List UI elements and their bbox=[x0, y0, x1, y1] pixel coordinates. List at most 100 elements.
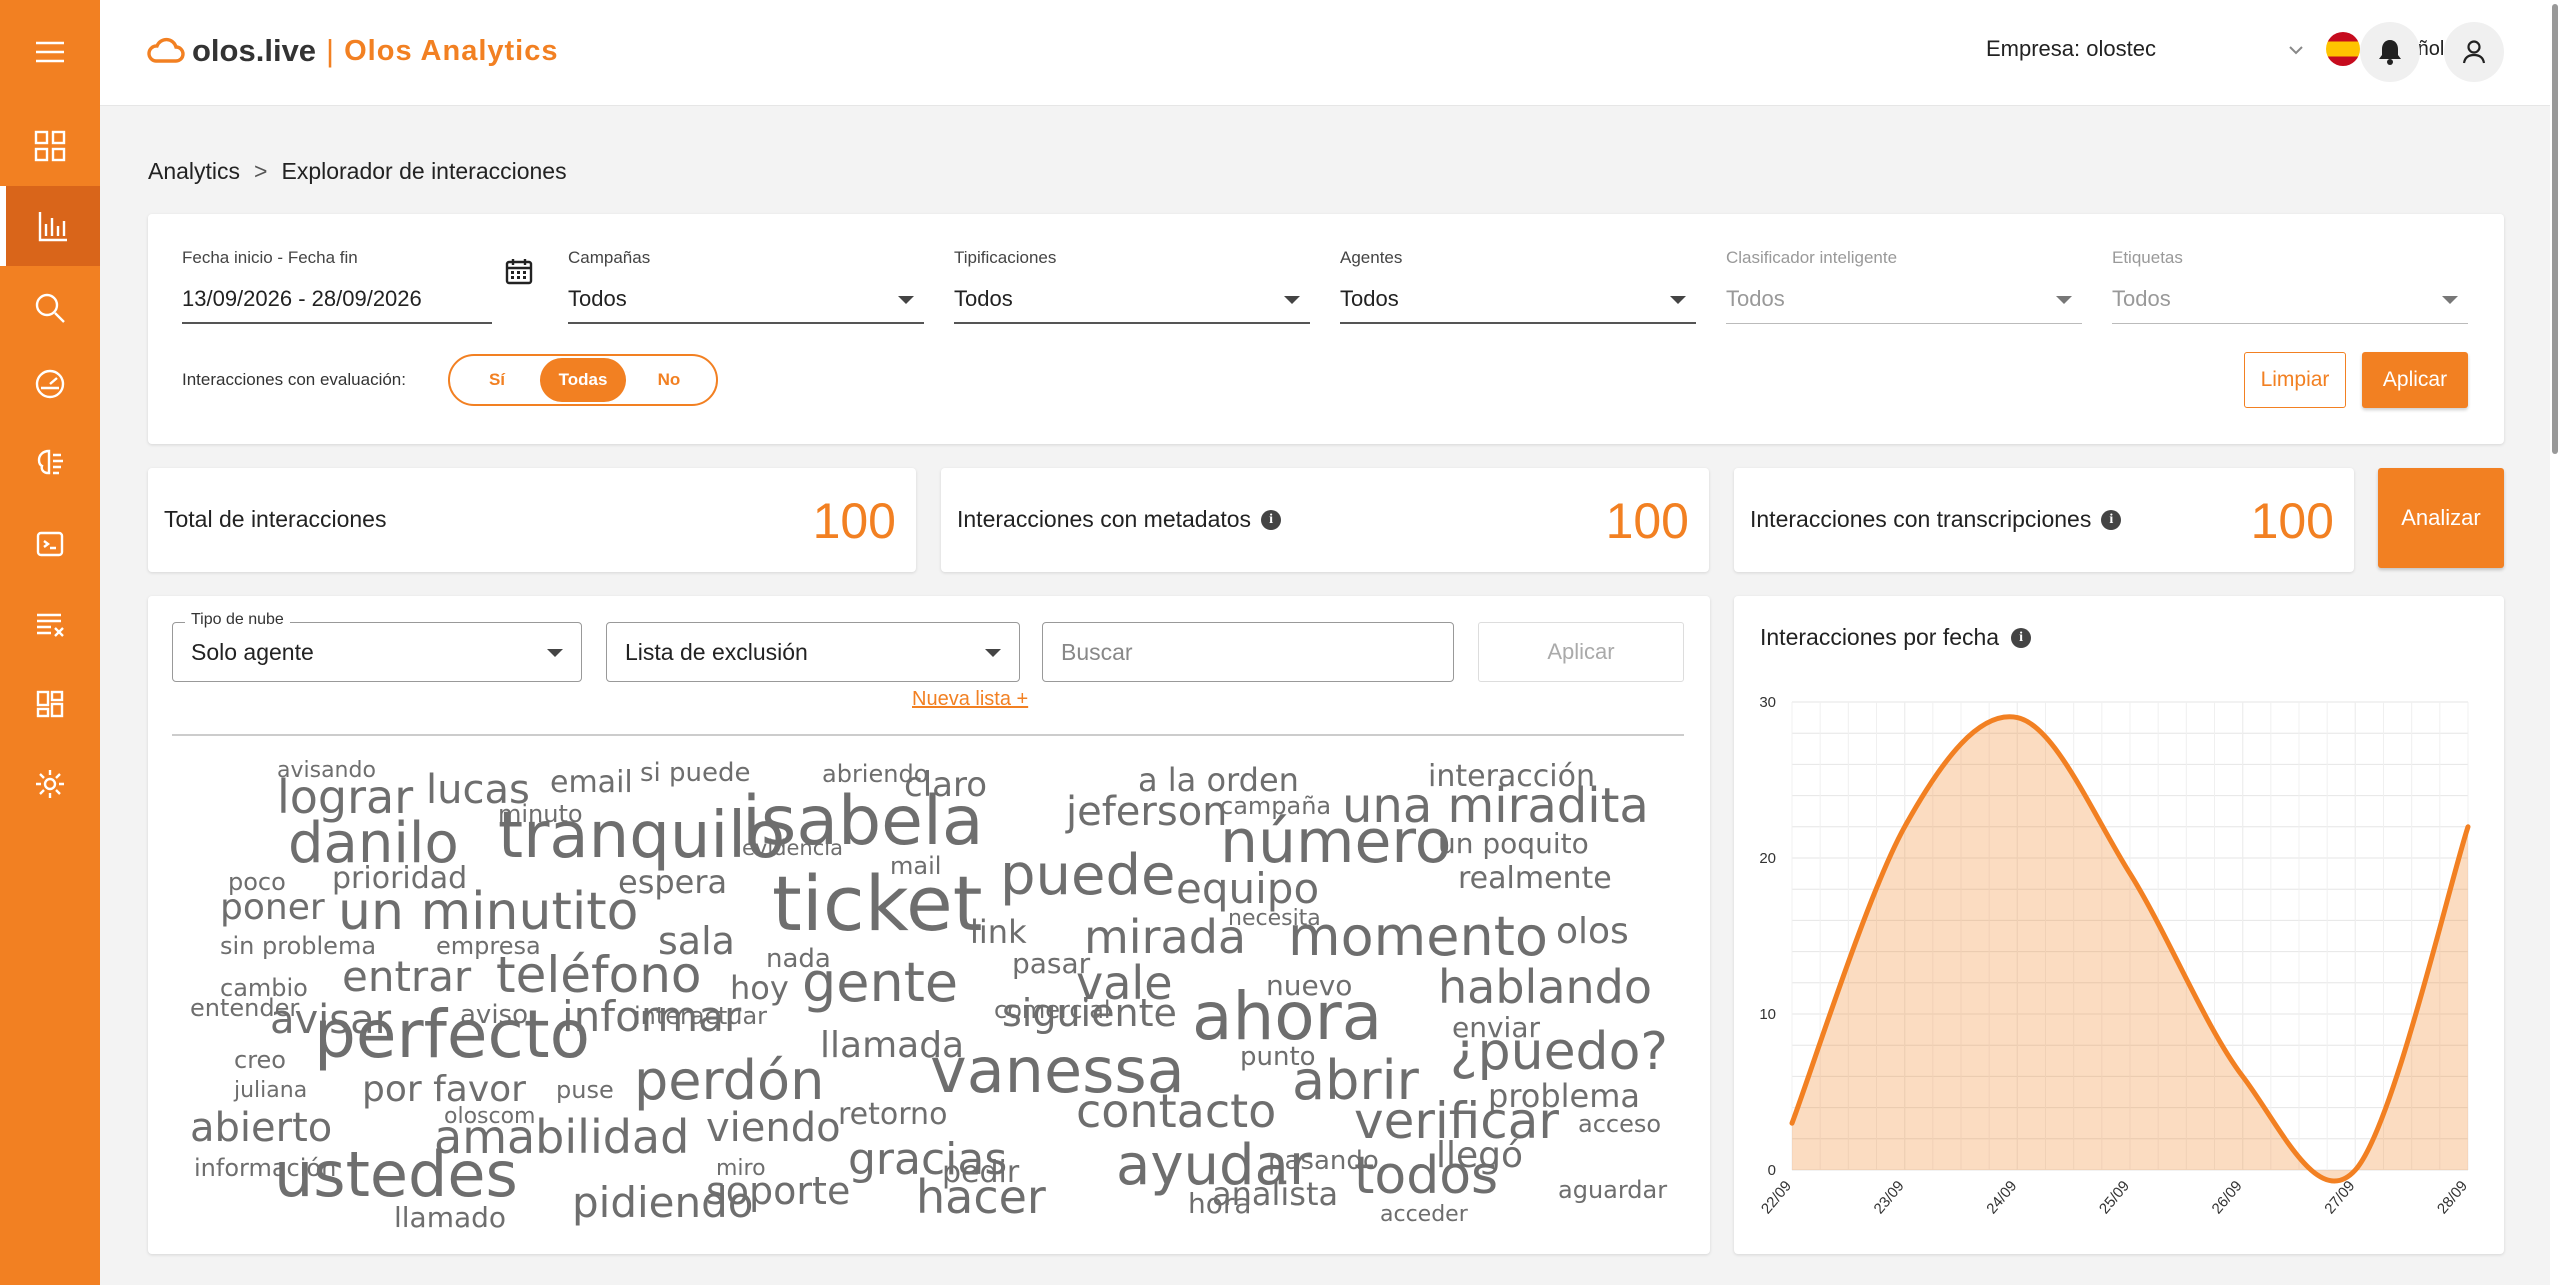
metadata-interactions-label: Interacciones con metadatos i bbox=[957, 506, 1282, 533]
chevron-down-icon[interactable] bbox=[2286, 40, 2306, 60]
cloud-word[interactable]: realmente bbox=[1458, 864, 1612, 894]
gauge-icon[interactable] bbox=[0, 344, 100, 424]
info-icon[interactable]: i bbox=[2101, 509, 2122, 530]
cloud-word[interactable]: un minutito bbox=[338, 886, 639, 938]
new-list-link[interactable]: Nueva lista + bbox=[912, 688, 1028, 711]
cloud-word[interactable]: todos bbox=[1354, 1150, 1498, 1202]
apply-filters-button[interactable]: Aplicar bbox=[2362, 352, 2468, 408]
cloud-word[interactable]: acceso bbox=[1578, 1112, 1661, 1136]
cloud-word[interactable]: puse bbox=[556, 1078, 614, 1102]
cloud-word[interactable]: jeferson bbox=[1066, 792, 1228, 832]
cloud-word[interactable]: retorno bbox=[838, 1100, 947, 1130]
campaigns-value-text: Todos bbox=[568, 286, 627, 311]
cloud-word[interactable]: analista bbox=[1212, 1178, 1338, 1210]
spain-flag-icon[interactable] bbox=[2326, 32, 2360, 66]
tipifications-value[interactable]: Todos bbox=[954, 282, 1310, 324]
menu-icon[interactable] bbox=[0, 12, 100, 92]
caret-down-icon bbox=[1670, 296, 1686, 304]
total-interactions-label: Total de interacciones bbox=[164, 506, 386, 533]
cloud-word[interactable]: evidencia bbox=[742, 838, 843, 859]
info-icon[interactable]: i bbox=[1261, 509, 1282, 530]
cloud-word[interactable]: olos bbox=[1556, 914, 1629, 950]
cloud-word[interactable]: poner bbox=[220, 890, 325, 926]
cloud-word[interactable]: creo bbox=[234, 1048, 286, 1072]
agents-select[interactable]: Agentes Todos bbox=[1340, 248, 1696, 324]
cloud-word[interactable]: perdón bbox=[634, 1054, 824, 1108]
filters-card: Fecha inicio - Fecha fin 13/09/2026 - 28… bbox=[148, 214, 2504, 444]
cloud-word[interactable]: ¿puedo? bbox=[1450, 1026, 1668, 1078]
interactions-by-date-card: Interacciones por fecha i 0 10 20 30 22/09 23… bbox=[1734, 596, 2504, 1254]
cloud-word[interactable]: acceder bbox=[1380, 1204, 1468, 1226]
x-tick-label: 26/09 bbox=[2209, 1178, 2246, 1218]
campaigns-select[interactable]: Campañas Todos bbox=[568, 248, 924, 324]
evaluation-option-yes[interactable]: Sí bbox=[454, 358, 540, 402]
company-selector[interactable]: Empresa: olostec bbox=[1986, 36, 2156, 62]
settings-icon[interactable] bbox=[0, 744, 100, 824]
user-profile-button[interactable] bbox=[2444, 22, 2504, 82]
analyze-button[interactable]: Analizar bbox=[2378, 468, 2504, 568]
cloud-word[interactable]: ustedes bbox=[274, 1144, 518, 1206]
layout-icon[interactable] bbox=[0, 664, 100, 744]
cloud-word[interactable]: perfecto bbox=[314, 1002, 590, 1068]
terminal-icon[interactable] bbox=[0, 504, 100, 584]
notifications-button[interactable] bbox=[2360, 22, 2420, 82]
breadcrumb-root[interactable]: Analytics bbox=[148, 158, 240, 185]
interactions-area-chart: 0 10 20 30 22/09 23/09 24/09 25/09 26/09 27/09 28/… bbox=[1758, 694, 2471, 1218]
cloud-word[interactable]: link bbox=[970, 916, 1027, 948]
tags-select[interactable]: Etiquetas Todos bbox=[2112, 248, 2468, 324]
tags-value[interactable]: Todos bbox=[2112, 282, 2468, 324]
top-header: olos.live | Olos Analytics Empresa: olos… bbox=[100, 0, 2560, 106]
agents-value[interactable]: Todos bbox=[1340, 282, 1696, 324]
date-range-field[interactable]: Fecha inicio - Fecha fin 13/09/2026 - 28… bbox=[182, 248, 533, 324]
cloud-search-input[interactable]: Buscar bbox=[1042, 622, 1454, 682]
evaluation-option-no[interactable]: No bbox=[626, 358, 712, 402]
app-logo[interactable]: olos.live | Olos Analytics bbox=[146, 28, 559, 74]
cloud-word[interactable]: momento bbox=[1288, 910, 1548, 964]
tipifications-select[interactable]: Tipificaciones Todos bbox=[954, 248, 1310, 324]
brand-separator: | bbox=[326, 33, 335, 68]
cloud-word[interactable]: si puede bbox=[640, 760, 751, 786]
list-clear-icon[interactable] bbox=[0, 584, 100, 664]
cloud-word[interactable]: puede bbox=[1000, 848, 1176, 904]
smart-classifier-select[interactable]: Clasificador inteligente Todos bbox=[1726, 248, 2082, 324]
evaluation-option-all[interactable]: Todas bbox=[540, 358, 626, 402]
exclusion-list-select[interactable]: Lista de exclusión bbox=[606, 622, 1020, 682]
scrollbar-thumb[interactable] bbox=[2552, 4, 2558, 454]
product-name: Olos Analytics bbox=[344, 34, 559, 67]
cloud-word[interactable]: un poquito bbox=[1438, 830, 1589, 858]
cloud-word[interactable]: ahora bbox=[1192, 984, 1382, 1050]
cloud-word[interactable]: por favor bbox=[362, 1072, 526, 1108]
cloud-word[interactable]: siguiente bbox=[1002, 994, 1177, 1032]
cloud-word[interactable]: hacer bbox=[916, 1174, 1046, 1220]
cloud-word[interactable]: entrar bbox=[342, 956, 471, 998]
page-scrollbar[interactable] bbox=[2550, 0, 2560, 1285]
cloud-word[interactable]: contacto bbox=[1076, 1088, 1276, 1134]
campaigns-label: Campañas bbox=[568, 248, 651, 267]
date-range-value[interactable]: 13/09/2026 - 28/09/2026 bbox=[182, 282, 492, 324]
cloud-word[interactable]: gente bbox=[802, 956, 958, 1010]
cloud-word[interactable]: equipo bbox=[1176, 868, 1319, 910]
clear-filters-button[interactable]: Limpiar bbox=[2244, 352, 2346, 408]
cloud-word[interactable]: juliana bbox=[234, 1080, 307, 1102]
brain-icon[interactable] bbox=[0, 424, 100, 504]
cloud-word[interactable]: aguardar bbox=[1558, 1178, 1667, 1202]
cloud-word[interactable]: pidiendo bbox=[572, 1182, 753, 1224]
campaigns-value[interactable]: Todos bbox=[568, 282, 924, 324]
analytics-bar-chart-icon[interactable] bbox=[0, 186, 100, 266]
search-icon[interactable] bbox=[0, 268, 100, 348]
cloud-type-select[interactable]: Tipo de nube Solo agente bbox=[172, 611, 582, 682]
metadata-interactions-label-text: Interacciones con metadatos bbox=[957, 506, 1252, 532]
cloud-word[interactable]: viendo bbox=[706, 1108, 841, 1148]
smart-classifier-value[interactable]: Todos bbox=[1726, 282, 2082, 324]
cloud-word[interactable]: hablando bbox=[1438, 964, 1652, 1010]
smart-classifier-value-text: Todos bbox=[1726, 286, 1785, 311]
cloud-word[interactable]: ticket bbox=[772, 866, 983, 942]
cloud-word[interactable]: llamado bbox=[394, 1204, 506, 1232]
x-tick-label: 22/09 bbox=[1758, 1178, 1795, 1218]
cloud-apply-button[interactable]: Aplicar bbox=[1478, 622, 1684, 682]
calendar-icon[interactable] bbox=[504, 256, 534, 286]
cloud-word[interactable]: email bbox=[550, 768, 633, 798]
dashboard-grid-icon[interactable] bbox=[0, 106, 100, 186]
cloud-word[interactable]: número bbox=[1220, 812, 1451, 872]
cloud-word[interactable]: mirada bbox=[1084, 914, 1246, 960]
